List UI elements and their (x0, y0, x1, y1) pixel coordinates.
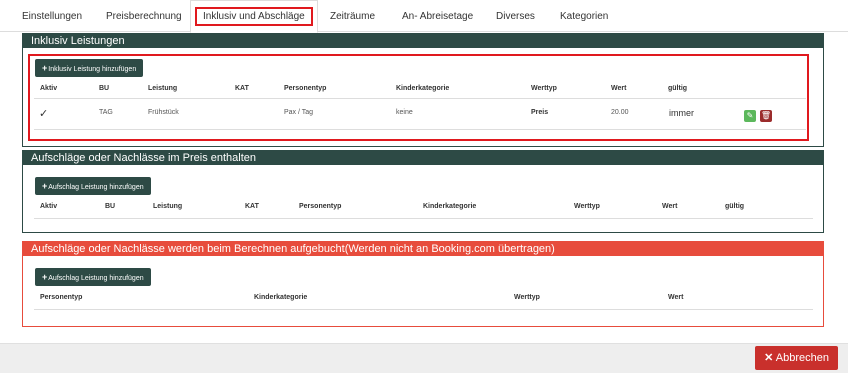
column-header: Personentyp (40, 294, 83, 301)
active-check-icon: ✓ (39, 108, 49, 120)
tab-einstellungen[interactable]: Einstellungen (12, 0, 92, 32)
settings-page: Einstellungen Preisberechnung Inklusiv u… (0, 0, 848, 373)
button-label: Aufschlag Leistung hinzufügen (48, 184, 144, 191)
edit-icon[interactable]: ✎ (744, 110, 756, 122)
column-header: Aktiv (40, 85, 58, 92)
column-header: KAT (235, 85, 249, 92)
column-header: Werttyp (574, 203, 600, 210)
column-header: Kinderkategorie (423, 203, 477, 210)
cell-bu: TAG (99, 109, 113, 116)
tab-bar: Einstellungen Preisberechnung Inklusiv u… (0, 0, 848, 33)
column-header: Kinderkategorie (254, 294, 308, 301)
tab-label-highlighted: Inklusiv und Abschläge (195, 7, 313, 26)
cell-leistung: Frühstück (148, 109, 179, 116)
tab-preisberechnung[interactable]: Preisberechnung (96, 0, 192, 32)
column-header: BU (105, 203, 116, 210)
column-header: Leistung (153, 203, 183, 210)
plus-icon: + (42, 272, 48, 282)
column-header: KAT (245, 203, 259, 210)
button-label: Aufschlag Leistung hinzufügen (48, 275, 144, 282)
column-header: Werttyp (531, 85, 557, 92)
column-header: Wert (611, 85, 627, 92)
plus-icon: + (42, 181, 48, 191)
column-header: Wert (668, 294, 684, 301)
section-title: Inklusiv Leistungen (23, 34, 823, 48)
modal-footer: ✕ Abbrechen (0, 343, 848, 373)
plus-icon: + (42, 63, 48, 73)
column-header: gültig (668, 85, 688, 92)
cancel-button[interactable]: ✕ Abbrechen (755, 346, 838, 370)
cell-kinderkategorie: keine (396, 109, 413, 116)
divider (34, 218, 813, 219)
tab-inklusiv-und-abschlaege[interactable]: Inklusiv und Abschläge (190, 0, 318, 33)
column-header: Kinderkategorie (396, 85, 450, 92)
column-header: gültig (725, 203, 745, 210)
divider (34, 309, 813, 310)
button-label: Abbrechen (775, 352, 829, 364)
add-included-surcharge-button[interactable]: +Aufschlag Leistung hinzufügen (35, 177, 151, 195)
button-label: Inklusiv Leistung hinzufügen (48, 66, 137, 73)
tab-kategorien[interactable]: Kategorien (550, 0, 618, 32)
column-header: Wert (662, 203, 678, 210)
cell-gueltig: immer (669, 108, 694, 118)
add-inclusive-service-button[interactable]: +Inklusiv Leistung hinzufügen (35, 59, 144, 77)
tab-zeitraeume[interactable]: Zeiträume (320, 0, 385, 32)
section-title: Aufschläge oder Nachlässe werden beim Be… (23, 242, 823, 256)
column-header: Aktiv (40, 203, 58, 210)
divider (34, 129, 806, 130)
tab-an-abreisetage[interactable]: An- Abreisetage (392, 0, 483, 32)
column-header: Personentyp (284, 85, 327, 92)
cell-personentyp: Pax / Tag (284, 109, 314, 116)
cell-wert: 20.00 (611, 109, 629, 116)
delete-icon[interactable]: 🗑 (760, 110, 772, 122)
close-icon: ✕ (764, 352, 774, 364)
column-header: Personentyp (299, 203, 342, 210)
add-booked-surcharge-button[interactable]: +Aufschlag Leistung hinzufügen (35, 268, 151, 286)
column-header: Leistung (148, 85, 178, 92)
column-header: BU (99, 85, 110, 92)
tab-diverses[interactable]: Diverses (486, 0, 545, 32)
cell-werttyp: Preis (531, 109, 549, 116)
divider (34, 98, 806, 99)
section-title: Aufschläge oder Nachlässe im Preis entha… (23, 151, 823, 165)
column-header: Werttyp (514, 294, 540, 301)
